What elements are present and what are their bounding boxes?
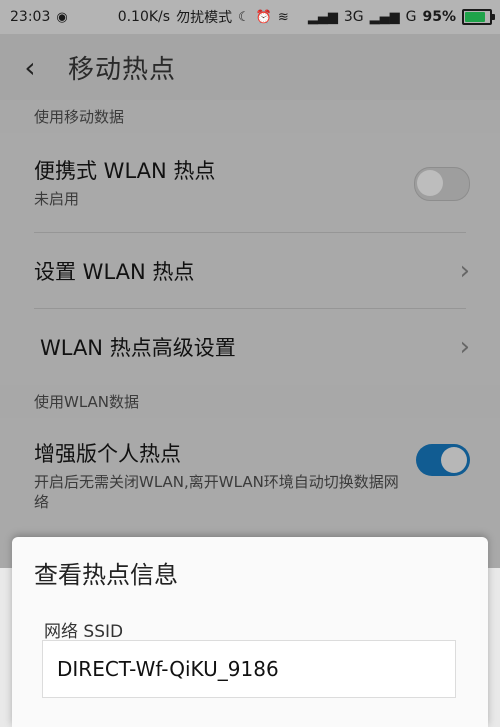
advanced-wlan-row[interactable]: WLAN 热点高级设置 › — [0, 309, 500, 385]
advanced-wlan-title: WLAN 热点高级设置 — [40, 336, 236, 360]
chevron-left-icon: ‹ — [24, 50, 36, 84]
chevron-right-icon: › — [459, 332, 470, 362]
status-right: ▂▄▆ 3G ▂▄▆ G 95% — [307, 9, 495, 25]
page-title: 移动热点 — [68, 54, 177, 85]
portable-wlan-row[interactable]: 便携式 WLAN 热点 未启用 — [0, 133, 500, 233]
back-button[interactable]: ‹ — [0, 34, 60, 100]
portable-wlan-toggle[interactable] — [414, 167, 470, 201]
toggle-knob — [441, 447, 467, 473]
signal-type-2: G — [405, 9, 417, 25]
status-bar: 23:03 ◉ 0.10K/s 勿扰模式 ☾ ⏰ ≋ ▂▄▆ 3G ▂▄▆ G … — [0, 0, 500, 34]
battery-icon — [462, 9, 495, 25]
section-header-mobile-data: 使用移动数据 — [0, 100, 500, 133]
chevron-right-icon: › — [459, 256, 470, 286]
hotspot-status-icon: ◉ — [56, 9, 68, 25]
signal-icon-2: ▂▄▆ — [369, 9, 400, 25]
alarm-icon: ⏰ — [255, 9, 272, 25]
status-time: 23:03 — [10, 9, 51, 25]
battery-percent: 95% — [422, 9, 456, 25]
section-header-wlan-data: 使用WLAN数据 — [0, 385, 500, 418]
status-left: 23:03 ◉ 0.10K/s 勿扰模式 ☾ ⏰ ≋ — [10, 7, 289, 27]
network-speed: 0.10K/s — [117, 9, 171, 25]
setup-wlan-row[interactable]: 设置 WLAN 热点 › — [0, 233, 500, 309]
enhanced-hotspot-description: 开启后无需关闭WLAN,离开WLAN环境自动切换数据网络 — [34, 473, 399, 512]
signal-icon-1: ▂▄▆ — [307, 9, 338, 25]
ssid-input[interactable] — [42, 640, 456, 698]
dialog-title: 查看热点信息 — [34, 561, 178, 589]
toggle-knob — [417, 170, 443, 196]
setup-wlan-title: 设置 WLAN 热点 — [34, 260, 195, 284]
app-bar: ‹ 移动热点 — [0, 34, 500, 100]
dnd-mode-label: 勿扰模式 — [176, 10, 233, 26]
signal-type-1: 3G — [343, 9, 364, 25]
ssid-label: 网络 SSID — [44, 622, 124, 642]
hotspot-info-dialog: 查看热点信息 网络 SSID — [12, 537, 488, 727]
moon-icon: ☾ — [238, 9, 250, 25]
wifi-icon: ≋ — [277, 9, 289, 25]
enhanced-hotspot-toggle[interactable] — [416, 444, 470, 476]
